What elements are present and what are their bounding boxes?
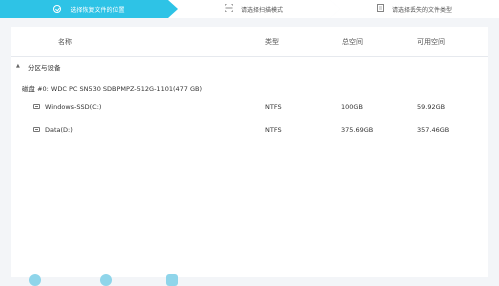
partition-free: 59.92GB xyxy=(417,103,446,111)
wizard-steps: 选择恢复文件的位置 请选择扫描模式 请选择丢失的文件类型 xyxy=(0,0,499,18)
step-label: 请选择丢失的文件类型 xyxy=(391,6,452,14)
check-circle-icon xyxy=(53,5,62,13)
step-label: 请选择扫描模式 xyxy=(240,6,283,14)
bottom-action-icon[interactable] xyxy=(29,274,41,286)
partition-total: 375.69GB xyxy=(341,126,374,134)
scan-icon xyxy=(224,3,234,14)
partition-total: 100GB xyxy=(341,103,363,111)
partition-name: Data(D:) xyxy=(45,126,73,134)
step-select-location[interactable]: 选择恢复文件的位置 xyxy=(0,0,178,18)
table-header: 名称 类型 总空间 可用空间 xyxy=(11,27,488,57)
step-scan-mode[interactable]: 请选择扫描模式 xyxy=(168,0,340,18)
group-label: 分区与设备 xyxy=(28,64,61,72)
partition-type: NTFS xyxy=(265,103,282,111)
column-free: 可用空间 xyxy=(417,38,445,46)
partition-name: Windows-SSD(C:) xyxy=(45,103,102,111)
column-name: 名称 xyxy=(58,38,72,46)
bottom-action-icon[interactable] xyxy=(166,274,178,286)
collapse-arrow-icon[interactable]: ▲ xyxy=(16,63,20,69)
disk-label: 磁盘 #0: WDC PC SN530 SDBPMPZ-512G-1101(47… xyxy=(22,85,203,93)
partition-type: NTFS xyxy=(265,126,282,134)
column-total: 总空间 xyxy=(342,38,363,46)
step-file-type[interactable]: 请选择丢失的文件类型 xyxy=(330,0,499,18)
bottom-action-icon[interactable] xyxy=(100,274,112,286)
partition-table: 名称 类型 总空间 可用空间 ▲ 分区与设备 磁盘 #0: WDC PC SN5… xyxy=(11,27,488,277)
column-type: 类型 xyxy=(265,38,279,46)
document-icon xyxy=(377,4,384,14)
step-label: 选择恢复文件的位置 xyxy=(70,6,125,14)
partition-free: 357.46GB xyxy=(417,126,450,134)
